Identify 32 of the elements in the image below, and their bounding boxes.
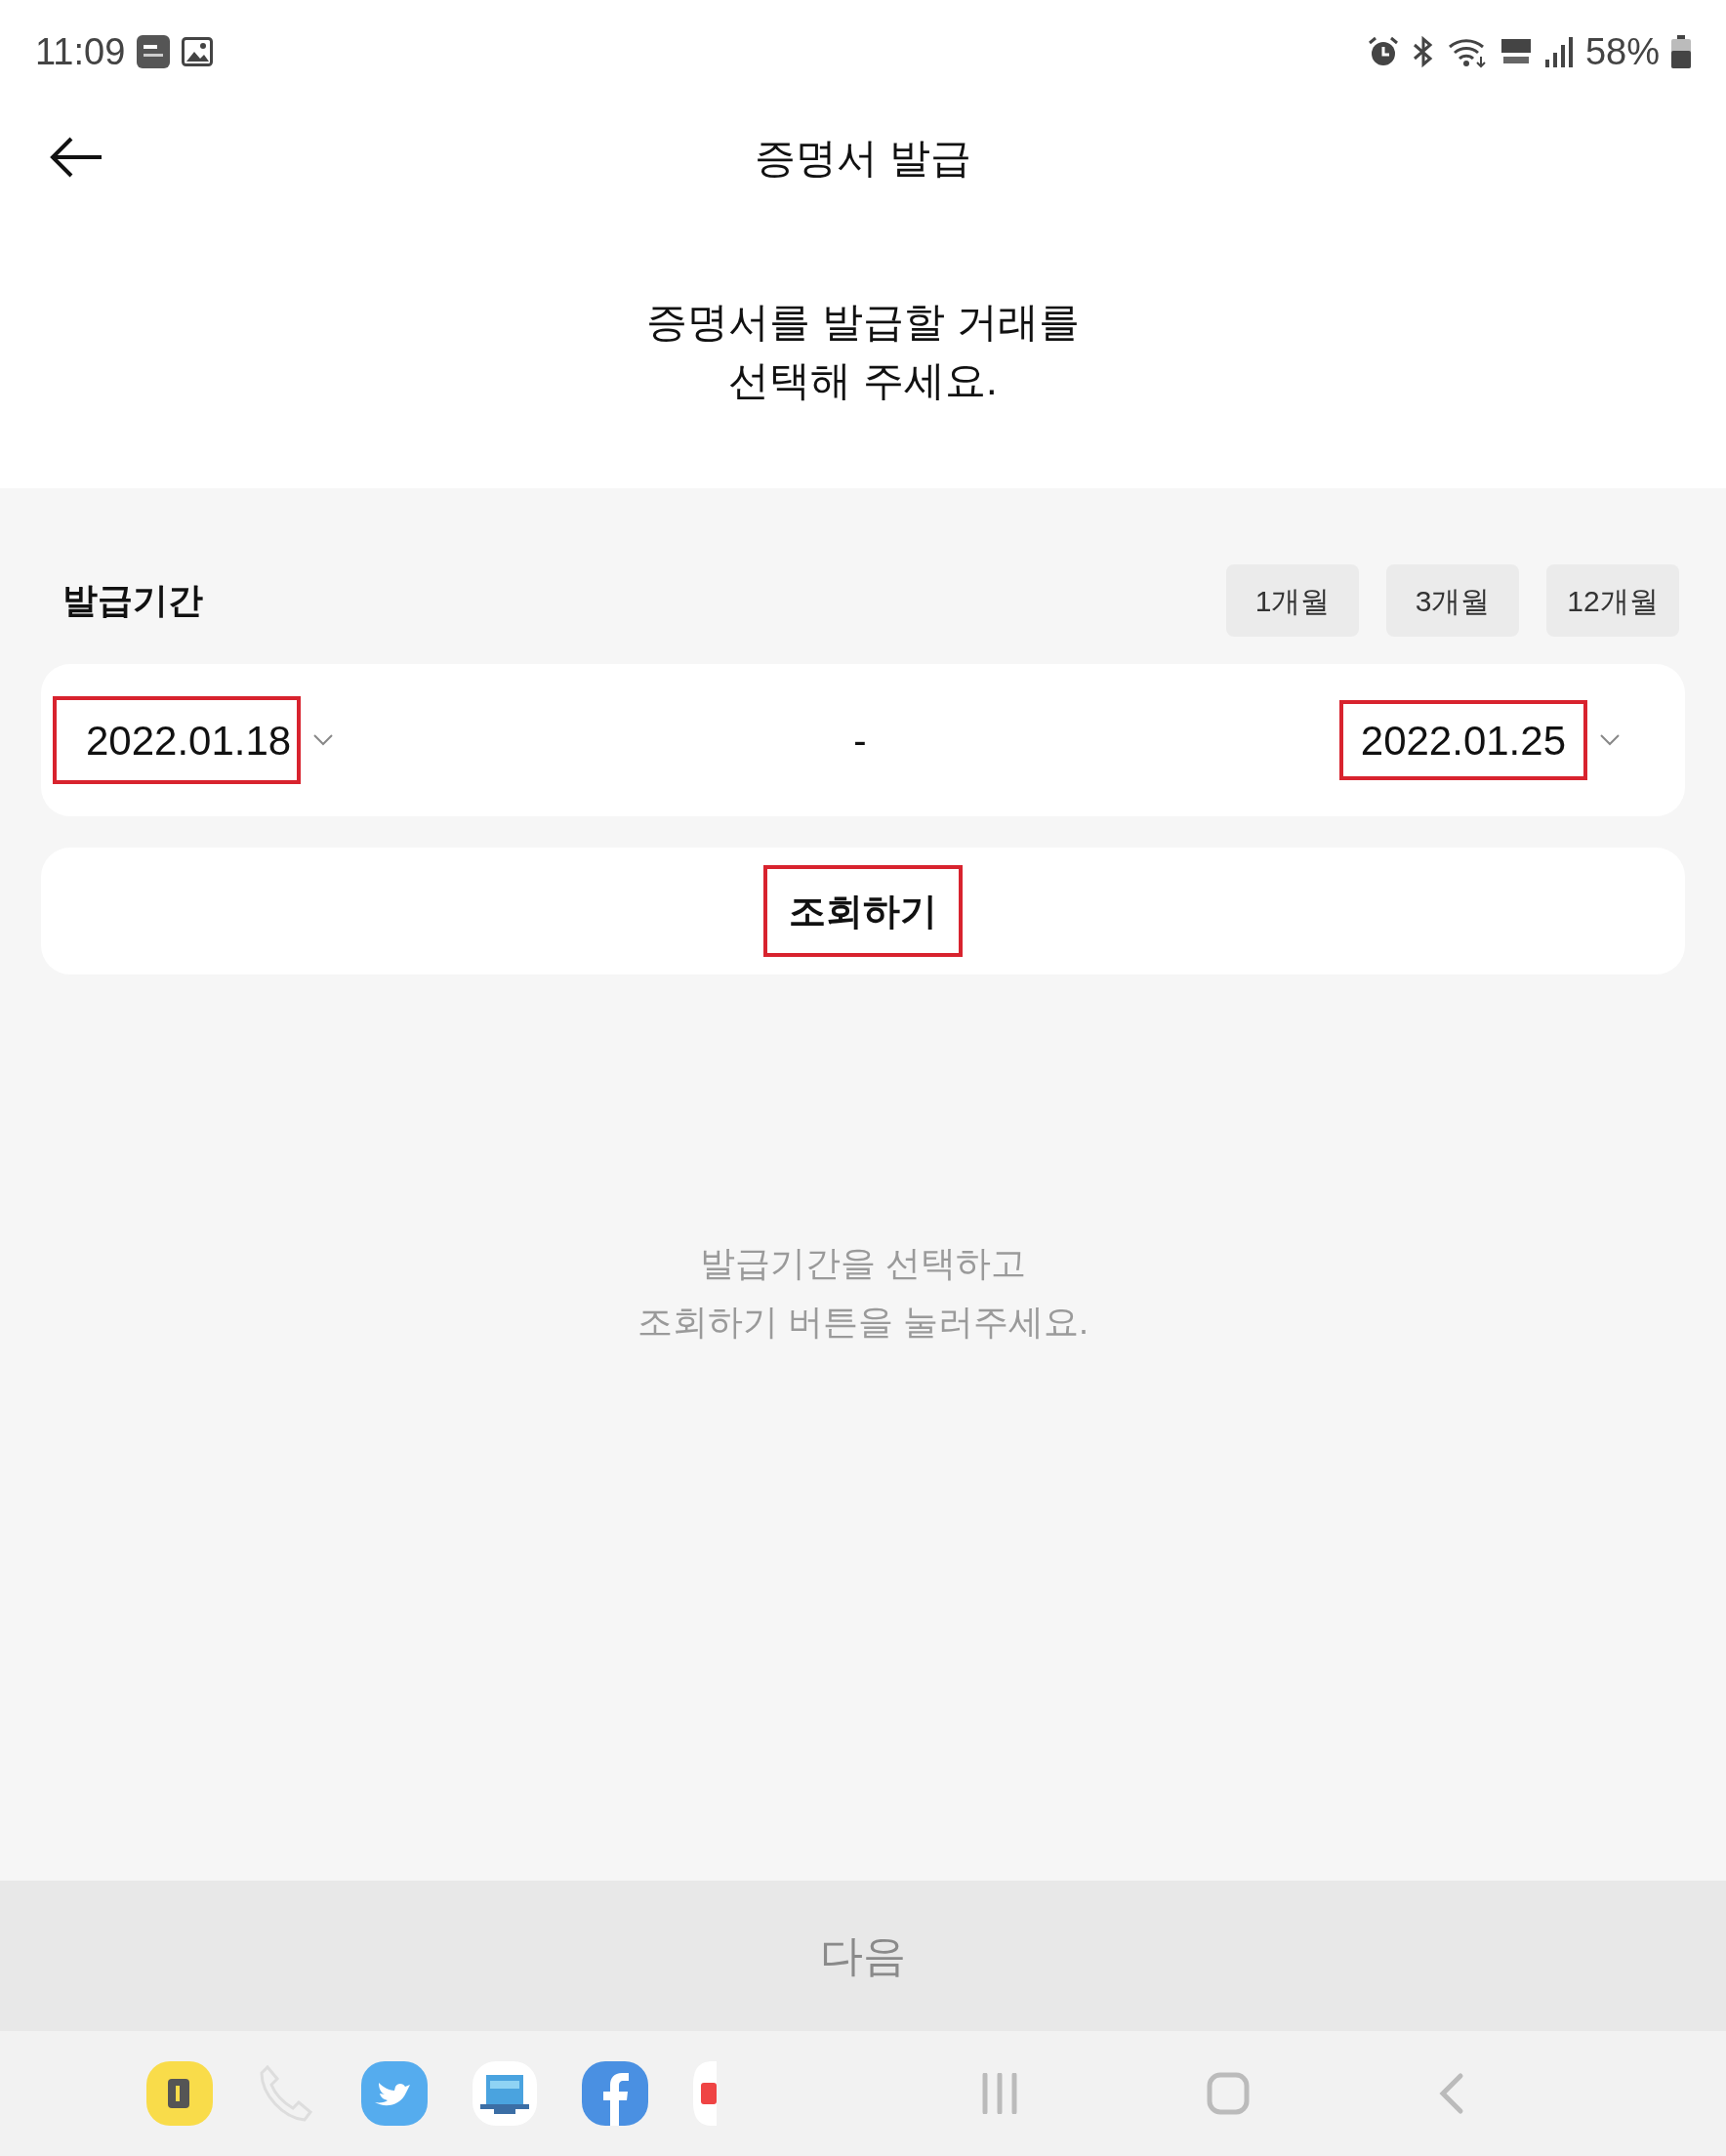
battery-percent: 58% — [1584, 29, 1660, 74]
bluetooth-icon — [1411, 35, 1435, 68]
end-date-picker[interactable]: 2022.01.25 — [1338, 700, 1587, 780]
recent-apps-icon[interactable] — [980, 2073, 1019, 2114]
date-separator: - — [853, 718, 867, 764]
back-nav-icon[interactable] — [1437, 2072, 1464, 2115]
intro-text: 증명서를 발급할 거래를 — [646, 298, 1080, 347]
intro-text: 선택해 주세요. — [728, 356, 998, 405]
signal-icon — [1543, 36, 1574, 67]
facebook-app-icon[interactable] — [582, 2061, 648, 2126]
empty-message: 발급기간을 선택하고 — [700, 1242, 1026, 1285]
battery-icon — [1671, 35, 1691, 68]
laptop-app-icon[interactable] — [473, 2061, 537, 2126]
app-notification-icon — [137, 35, 171, 68]
page-title: 증명서 발급 — [755, 133, 971, 183]
chevron-down-icon — [1599, 733, 1621, 747]
period-chip[interactable]: 3개월 — [1386, 564, 1519, 637]
home-icon[interactable] — [1207, 2072, 1250, 2115]
app-icon[interactable] — [693, 2061, 717, 2126]
alarm-icon — [1366, 35, 1400, 68]
empty-message: 조회하기 버튼을 눌러주세요. — [637, 1301, 1089, 1344]
bird-app-icon[interactable] — [361, 2061, 428, 2126]
start-date-picker[interactable]: 2022.01.18 — [53, 696, 302, 784]
status-time: 11:09 — [35, 29, 126, 74]
period-chip[interactable]: 1개월 — [1226, 564, 1359, 637]
period-chip[interactable]: 12개월 — [1546, 564, 1679, 637]
back-arrow-icon — [49, 135, 103, 180]
app-icon[interactable] — [146, 2061, 213, 2126]
period-label: 발급기간 — [62, 579, 203, 622]
search-button[interactable]: 조회하기 — [763, 865, 963, 957]
image-icon — [182, 37, 214, 66]
chevron-down-icon — [312, 733, 335, 747]
